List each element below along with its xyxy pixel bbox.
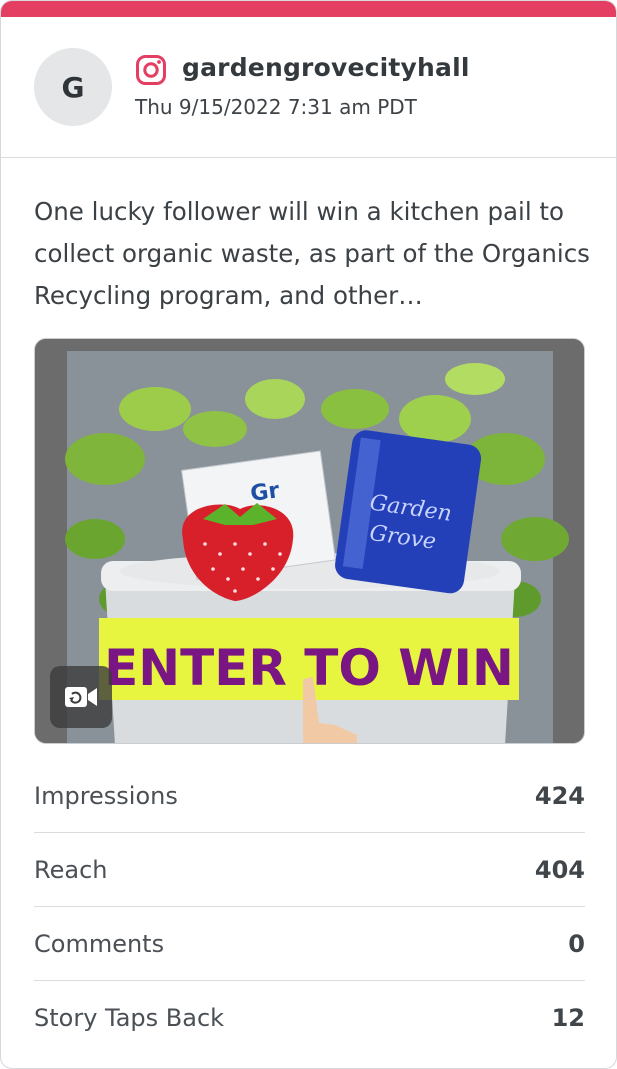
post-header: G gardengrovecityhall Thu 9/15/2022 7:31…	[1, 17, 616, 158]
post-card: G gardengrovecityhall Thu 9/15/2022 7:31…	[0, 0, 617, 1069]
metric-row-impressions: Impressions 424	[34, 759, 585, 833]
metric-value: 12	[551, 1004, 585, 1032]
metric-label: Comments	[34, 929, 165, 958]
accent-bar	[1, 1, 616, 17]
metric-value: 404	[534, 855, 585, 884]
metric-row-comments: Comments 0	[34, 907, 585, 981]
metric-label: Impressions	[34, 781, 178, 810]
metric-value: 424	[534, 781, 585, 810]
video-camera-icon	[65, 687, 97, 707]
metric-label: Story Taps Back	[34, 1004, 225, 1032]
metric-label: Reach	[34, 855, 108, 884]
metrics-list: Impressions 424 Reach 404 Comments 0 Sto…	[34, 759, 585, 1055]
metric-row-reach: Reach 404	[34, 833, 585, 907]
media-image: Gr Garden Grove ENTER TO WIN	[35, 339, 584, 743]
metric-row-story-taps-back: Story Taps Back 12	[34, 981, 585, 1055]
box-label: Gr	[249, 478, 281, 507]
instagram-icon	[136, 55, 166, 85]
post-media[interactable]: Gr Garden Grove ENTER TO WIN	[34, 338, 585, 744]
metric-value: 0	[568, 929, 585, 958]
avatar[interactable]: G	[34, 48, 112, 126]
post-timestamp: Thu 9/15/2022 7:31 am PDT	[135, 95, 417, 119]
post-caption: One lucky follower will win a kitchen pa…	[34, 197, 590, 310]
video-badge[interactable]	[50, 666, 112, 728]
account-name[interactable]: gardengrovecityhall	[182, 53, 470, 82]
